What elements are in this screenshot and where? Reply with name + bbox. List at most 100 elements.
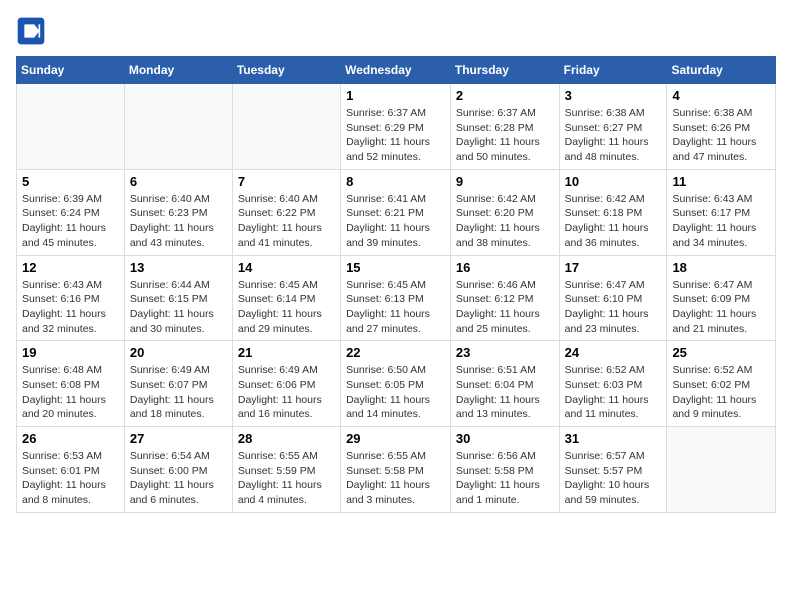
calendar-table: SundayMondayTuesdayWednesdayThursdayFrid… xyxy=(16,56,776,513)
day-detail: Sunrise: 6:57 AM Sunset: 5:57 PM Dayligh… xyxy=(565,449,662,508)
day-number: 25 xyxy=(672,345,770,360)
day-number: 24 xyxy=(565,345,662,360)
day-detail: Sunrise: 6:52 AM Sunset: 6:03 PM Dayligh… xyxy=(565,363,662,422)
day-detail: Sunrise: 6:53 AM Sunset: 6:01 PM Dayligh… xyxy=(22,449,119,508)
calendar-day-17: 17 Sunrise: 6:47 AM Sunset: 6:10 PM Dayli… xyxy=(559,255,667,341)
calendar-day-18: 18 Sunrise: 6:47 AM Sunset: 6:09 PM Dayli… xyxy=(667,255,776,341)
calendar-day-25: 25 Sunrise: 6:52 AM Sunset: 6:02 PM Dayli… xyxy=(667,341,776,427)
calendar-day-22: 22Sunrise: 6:50 AM Sunset: 6:05 PM Dayli… xyxy=(341,341,451,427)
day-number: 23 xyxy=(456,345,554,360)
calendar-empty-cell xyxy=(232,84,340,170)
day-number: 11 xyxy=(672,174,770,189)
weekday-header-wednesday: Wednesday xyxy=(341,57,451,84)
day-number: 29 xyxy=(346,431,445,446)
day-number: 14 xyxy=(238,260,335,275)
calendar-day-21: 21 Sunrise: 6:49 AM Sunset: 6:06 PM Dayli… xyxy=(232,341,340,427)
day-number: 20 xyxy=(130,345,227,360)
day-detail: Sunrise: 6:37 AM Sunset: 6:29 PM Dayligh… xyxy=(346,106,445,165)
day-detail: Sunrise: 6:51 AM Sunset: 6:04 PM Dayligh… xyxy=(456,363,554,422)
logo xyxy=(16,16,50,46)
day-number: 31 xyxy=(565,431,662,446)
weekday-header-friday: Friday xyxy=(559,57,667,84)
day-number: 12 xyxy=(22,260,119,275)
day-number: 13 xyxy=(130,260,227,275)
calendar-week-row: 26 Sunrise: 6:53 AM Sunset: 6:01 PM Dayli… xyxy=(17,427,776,513)
day-number: 19 xyxy=(22,345,119,360)
calendar-header: SundayMondayTuesdayWednesdayThursdayFrid… xyxy=(17,57,776,84)
calendar-week-row: 5Sunrise: 6:39 AM Sunset: 6:24 PM Daylig… xyxy=(17,169,776,255)
day-number: 17 xyxy=(565,260,662,275)
day-number: 9 xyxy=(456,174,554,189)
day-detail: Sunrise: 6:52 AM Sunset: 6:02 PM Dayligh… xyxy=(672,363,770,422)
calendar-day-15: 15Sunrise: 6:45 AM Sunset: 6:13 PM Dayli… xyxy=(341,255,451,341)
day-number: 28 xyxy=(238,431,335,446)
calendar-empty-cell xyxy=(17,84,125,170)
calendar-day-16: 16Sunrise: 6:46 AM Sunset: 6:12 PM Dayli… xyxy=(450,255,559,341)
day-number: 27 xyxy=(130,431,227,446)
day-detail: Sunrise: 6:49 AM Sunset: 6:07 PM Dayligh… xyxy=(130,363,227,422)
day-detail: Sunrise: 6:55 AM Sunset: 5:59 PM Dayligh… xyxy=(238,449,335,508)
day-detail: Sunrise: 6:42 AM Sunset: 6:20 PM Dayligh… xyxy=(456,192,554,251)
calendar-week-row: 12 Sunrise: 6:43 AM Sunset: 6:16 PM Dayli… xyxy=(17,255,776,341)
day-detail: Sunrise: 6:38 AM Sunset: 6:27 PM Dayligh… xyxy=(565,106,662,165)
calendar-day-4: 4 Sunrise: 6:38 AM Sunset: 6:26 PM Daylig… xyxy=(667,84,776,170)
logo-icon xyxy=(16,16,46,46)
calendar-day-19: 19Sunrise: 6:48 AM Sunset: 6:08 PM Dayli… xyxy=(17,341,125,427)
day-number: 5 xyxy=(22,174,119,189)
day-detail: Sunrise: 6:47 AM Sunset: 6:09 PM Dayligh… xyxy=(672,278,770,337)
day-number: 30 xyxy=(456,431,554,446)
day-detail: Sunrise: 6:43 AM Sunset: 6:16 PM Dayligh… xyxy=(22,278,119,337)
calendar-empty-cell xyxy=(667,427,776,513)
calendar-day-7: 7 Sunrise: 6:40 AM Sunset: 6:22 PM Daylig… xyxy=(232,169,340,255)
calendar-day-10: 10Sunrise: 6:42 AM Sunset: 6:18 PM Dayli… xyxy=(559,169,667,255)
day-detail: Sunrise: 6:49 AM Sunset: 6:06 PM Dayligh… xyxy=(238,363,335,422)
day-number: 21 xyxy=(238,345,335,360)
calendar-day-6: 6Sunrise: 6:40 AM Sunset: 6:23 PM Daylig… xyxy=(124,169,232,255)
day-detail: Sunrise: 6:37 AM Sunset: 6:28 PM Dayligh… xyxy=(456,106,554,165)
day-number: 2 xyxy=(456,88,554,103)
calendar-day-1: 1 Sunrise: 6:37 AM Sunset: 6:29 PM Daylig… xyxy=(341,84,451,170)
day-detail: Sunrise: 6:40 AM Sunset: 6:23 PM Dayligh… xyxy=(130,192,227,251)
calendar-day-24: 24 Sunrise: 6:52 AM Sunset: 6:03 PM Dayli… xyxy=(559,341,667,427)
calendar-day-26: 26 Sunrise: 6:53 AM Sunset: 6:01 PM Dayli… xyxy=(17,427,125,513)
calendar-day-27: 27 Sunrise: 6:54 AM Sunset: 6:00 PM Dayli… xyxy=(124,427,232,513)
calendar-day-13: 13 Sunrise: 6:44 AM Sunset: 6:15 PM Dayli… xyxy=(124,255,232,341)
calendar-day-31: 31 Sunrise: 6:57 AM Sunset: 5:57 PM Dayli… xyxy=(559,427,667,513)
day-detail: Sunrise: 6:40 AM Sunset: 6:22 PM Dayligh… xyxy=(238,192,335,251)
calendar-empty-cell xyxy=(124,84,232,170)
day-number: 3 xyxy=(565,88,662,103)
day-detail: Sunrise: 6:46 AM Sunset: 6:12 PM Dayligh… xyxy=(456,278,554,337)
calendar-day-9: 9 Sunrise: 6:42 AM Sunset: 6:20 PM Daylig… xyxy=(450,169,559,255)
calendar-week-row: 1 Sunrise: 6:37 AM Sunset: 6:29 PM Daylig… xyxy=(17,84,776,170)
day-detail: Sunrise: 6:41 AM Sunset: 6:21 PM Dayligh… xyxy=(346,192,445,251)
day-detail: Sunrise: 6:43 AM Sunset: 6:17 PM Dayligh… xyxy=(672,192,770,251)
weekday-header-monday: Monday xyxy=(124,57,232,84)
calendar-day-12: 12 Sunrise: 6:43 AM Sunset: 6:16 PM Dayli… xyxy=(17,255,125,341)
day-detail: Sunrise: 6:38 AM Sunset: 6:26 PM Dayligh… xyxy=(672,106,770,165)
calendar-day-28: 28 Sunrise: 6:55 AM Sunset: 5:59 PM Dayli… xyxy=(232,427,340,513)
weekday-header-thursday: Thursday xyxy=(450,57,559,84)
weekday-header-tuesday: Tuesday xyxy=(232,57,340,84)
day-detail: Sunrise: 6:55 AM Sunset: 5:58 PM Dayligh… xyxy=(346,449,445,508)
day-number: 15 xyxy=(346,260,445,275)
calendar-day-14: 14 Sunrise: 6:45 AM Sunset: 6:14 PM Dayli… xyxy=(232,255,340,341)
day-number: 1 xyxy=(346,88,445,103)
calendar-week-row: 19Sunrise: 6:48 AM Sunset: 6:08 PM Dayli… xyxy=(17,341,776,427)
calendar-day-23: 23 Sunrise: 6:51 AM Sunset: 6:04 PM Dayli… xyxy=(450,341,559,427)
calendar-day-11: 11 Sunrise: 6:43 AM Sunset: 6:17 PM Dayli… xyxy=(667,169,776,255)
calendar-day-3: 3 Sunrise: 6:38 AM Sunset: 6:27 PM Daylig… xyxy=(559,84,667,170)
calendar-day-20: 20 Sunrise: 6:49 AM Sunset: 6:07 PM Dayli… xyxy=(124,341,232,427)
day-number: 7 xyxy=(238,174,335,189)
day-detail: Sunrise: 6:44 AM Sunset: 6:15 PM Dayligh… xyxy=(130,278,227,337)
day-number: 8 xyxy=(346,174,445,189)
weekday-header-saturday: Saturday xyxy=(667,57,776,84)
day-number: 18 xyxy=(672,260,770,275)
day-detail: Sunrise: 6:42 AM Sunset: 6:18 PM Dayligh… xyxy=(565,192,662,251)
day-detail: Sunrise: 6:47 AM Sunset: 6:10 PM Dayligh… xyxy=(565,278,662,337)
day-detail: Sunrise: 6:45 AM Sunset: 6:14 PM Dayligh… xyxy=(238,278,335,337)
day-number: 4 xyxy=(672,88,770,103)
day-number: 26 xyxy=(22,431,119,446)
weekday-header-sunday: Sunday xyxy=(17,57,125,84)
day-number: 22 xyxy=(346,345,445,360)
day-detail: Sunrise: 6:54 AM Sunset: 6:00 PM Dayligh… xyxy=(130,449,227,508)
